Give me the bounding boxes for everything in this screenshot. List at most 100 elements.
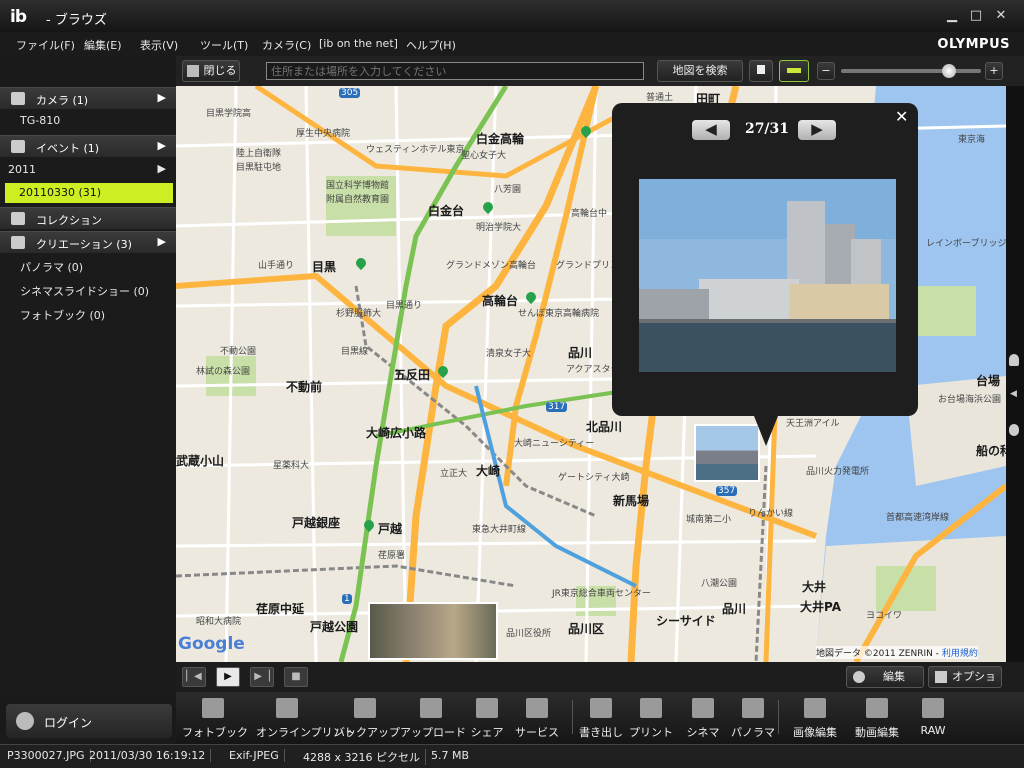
sidebar-section-camera[interactable]: カメラ (1) ▶ (0, 87, 176, 109)
sidebar-item-panorama[interactable]: パノラマ (0) (20, 259, 83, 275)
menu-edit[interactable]: 編集(E) (84, 37, 122, 53)
zoom-in-button[interactable]: + (985, 62, 1003, 80)
map-options-button[interactable]: オプション (928, 666, 1002, 703)
map-label: 白金高輪 (476, 132, 525, 146)
photobook-button[interactable]: フォトブック (182, 692, 248, 742)
map-label: 船の科学 (976, 444, 1006, 458)
map-label: 厚生中央病院 (296, 129, 351, 139)
selected-event-label: 20110330 (31) (19, 186, 102, 199)
camera-icon (11, 92, 25, 105)
map-label: 聖心女子大 (461, 151, 507, 161)
close-map-button[interactable]: 閉じる (182, 60, 240, 82)
street-view-icon[interactable] (1009, 354, 1019, 366)
map-label: 品川 (722, 602, 747, 616)
map-label: せんぼ東京高輪病院 (518, 309, 600, 319)
google-logo: Google (178, 634, 245, 654)
printer-icon (640, 698, 662, 718)
map-label: 新馬場 (613, 494, 650, 508)
minimize-button[interactable]: ▁ (944, 8, 960, 24)
map-label: 陸上自衛隊 (236, 149, 282, 159)
play-button[interactable]: ▶ (216, 667, 240, 687)
image-edit-button[interactable]: 画像編集 (784, 692, 846, 742)
next-photo-button[interactable]: ▶ (798, 120, 836, 140)
sidebar-section-collection[interactable]: コレクション (0, 207, 176, 229)
map-edit-button[interactable]: 編集 (846, 666, 924, 688)
photo-popup: ◀ 27/31 ▶ ✕ (612, 103, 918, 416)
route-tool-button[interactable] (779, 60, 809, 82)
login-label: ログイン (44, 716, 93, 730)
map-label: 普通土 (646, 93, 674, 103)
map-label: 林試の森公園 (196, 367, 251, 377)
collapse-arrow-icon[interactable]: ◀ (1010, 389, 1017, 399)
map-label: 天王洲アイル (786, 419, 840, 429)
expand-arrow-icon: ▶ (157, 91, 166, 104)
route-shield-1: 1 (342, 594, 352, 604)
menu-camera[interactable]: カメラ(C) (262, 37, 311, 53)
map-label: 大井 (802, 580, 827, 594)
map-label: 高輪台 (482, 294, 519, 308)
zoom-slider-track[interactable] (841, 69, 981, 73)
menu-ib-on-the-net[interactable]: [ib on the net] (319, 37, 398, 50)
photo-preview[interactable] (639, 179, 896, 372)
sidebar-year-label: 2011 (8, 163, 36, 176)
sidebar-year-row[interactable]: 2011 ▶ (0, 159, 176, 181)
map-photo-thumbnail[interactable] (694, 424, 760, 482)
sidebar-item-cinema-slideshow[interactable]: シネマスライドショー (0) (20, 283, 149, 299)
sidebar-item-selected-event[interactable]: 20110330 (31) (5, 183, 173, 203)
map-label: 品川区役所 (506, 629, 552, 639)
wrench-icon (935, 671, 947, 683)
map-attribution: 地図データ ©2011 ZENRIN - 利用規約 (816, 646, 978, 659)
map-label: 杉野服飾大 (336, 309, 382, 319)
sidebar-section-event[interactable]: イベント (1) ▶ (0, 135, 176, 157)
panorama-button[interactable]: パノラマ (722, 692, 784, 742)
backup-button[interactable]: バックアップ (334, 692, 400, 742)
service-label: サービス (515, 726, 559, 739)
prev-frame-button[interactable]: ▏◀ (182, 667, 206, 687)
map-search-button[interactable]: 地図を検索 (657, 60, 743, 82)
map-photo-thumbnail[interactable] (368, 602, 498, 660)
zoom-slider-thumb[interactable] (941, 64, 956, 78)
map-label: 首都高速湾岸線 (886, 513, 950, 523)
video-edit-button[interactable]: 動画編集 (846, 692, 908, 742)
map-label: 台場 (976, 374, 1001, 388)
title-bar: ib - ブラウズ ▁ □ ✕ (0, 0, 1024, 32)
menu-help[interactable]: ヘルプ(H) (406, 37, 456, 53)
service-button[interactable]: サービス (506, 692, 568, 742)
location-pin-icon[interactable] (1009, 424, 1019, 436)
sidebar-item-tg810[interactable]: TG-810 (20, 114, 60, 127)
window-title: - ブラウズ (46, 13, 107, 28)
close-window-button[interactable]: ✕ (993, 8, 1009, 24)
pin-tool-button[interactable] (749, 60, 773, 82)
map-label: 目黒 (312, 260, 337, 274)
maximize-button[interactable]: □ (968, 8, 984, 24)
online-print-label: オンラインプリント (256, 726, 355, 739)
zoom-out-button[interactable]: − (817, 62, 835, 80)
menu-file[interactable]: ファイル(F) (16, 37, 75, 53)
globe-icon (16, 712, 34, 730)
route-shield-305: 305 (339, 88, 361, 98)
menu-tools[interactable]: ツール(T) (200, 37, 248, 53)
sidebar-section-creation[interactable]: クリエーション (3) ▶ (0, 231, 176, 253)
upload-button[interactable]: アップロード (400, 692, 466, 742)
raw-button[interactable]: RAW (902, 692, 964, 742)
terms-link[interactable]: 利用規約 (942, 649, 978, 659)
route-shield-317: 317 (546, 402, 568, 412)
sidebar-section-label: クリエーション (3) (36, 238, 132, 251)
sidebar-item-photobook[interactable]: フォトブック (0) (20, 307, 105, 323)
stop-button[interactable]: ■ (284, 667, 308, 687)
next-frame-button[interactable]: ▶▕ (250, 667, 274, 687)
map-label: 品川区 (568, 622, 605, 636)
login-button[interactable]: ログイン (6, 704, 172, 738)
previous-photo-button[interactable]: ◀ (692, 120, 730, 140)
online-print-button[interactable]: オンラインプリント (256, 692, 355, 742)
map-label: 昭和大病院 (196, 617, 242, 627)
online-print-icon (276, 698, 298, 718)
status-filesize: 5.7 MB (431, 749, 470, 762)
address-input[interactable] (266, 62, 644, 80)
close-popup-button[interactable]: ✕ (895, 107, 908, 126)
app-logo: ib (10, 7, 27, 27)
menu-view[interactable]: 表示(V) (140, 37, 178, 53)
map-label: ヨコイワ (866, 611, 903, 621)
video-camera-icon (866, 698, 888, 718)
map-side-strip: ◀ (1006, 86, 1024, 662)
